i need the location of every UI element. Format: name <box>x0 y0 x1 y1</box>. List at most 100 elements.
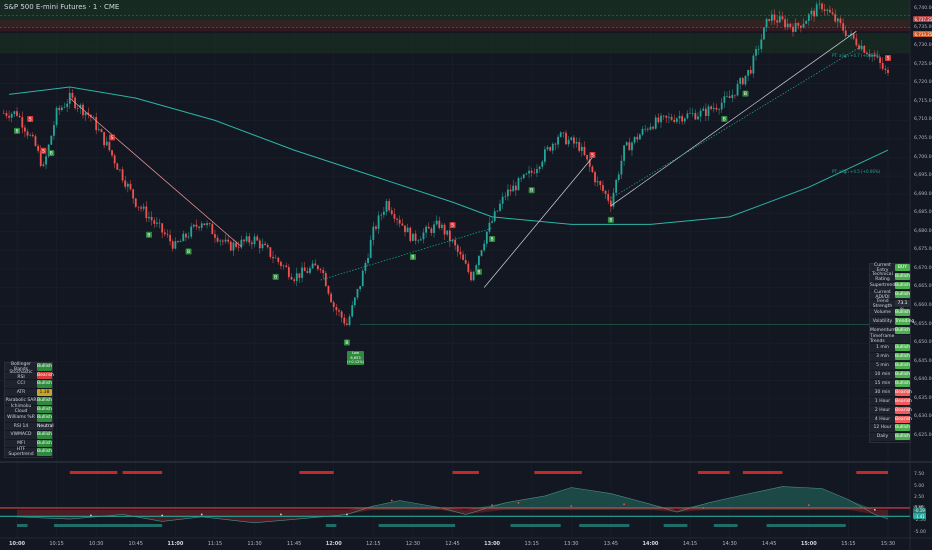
row-value: Bearish <box>895 397 912 405</box>
price-tick: 6,655.00 <box>914 321 932 327</box>
candle-body <box>182 233 185 242</box>
price-chart[interactable]: BSSBSBBBBBSBBBSBBBSS <box>0 0 932 550</box>
candle-body <box>155 222 158 224</box>
osc-dot <box>517 501 520 504</box>
price-tick: 6,720.00 <box>914 80 932 86</box>
candle-body <box>382 211 385 215</box>
candle-body <box>18 115 21 118</box>
candle-body <box>805 20 808 24</box>
table-row: 10 min Bullish <box>870 371 910 380</box>
candle-body <box>185 233 187 238</box>
candle-body <box>660 115 662 123</box>
candle-body <box>646 128 649 130</box>
candle-body <box>438 220 441 228</box>
candle-body <box>507 189 509 197</box>
candle-body <box>216 237 219 242</box>
row-label: 30 min <box>874 389 891 395</box>
candle-body <box>443 224 446 235</box>
bullish-bar <box>713 524 738 527</box>
osc-dot <box>873 508 876 511</box>
row-label: Daily <box>876 434 889 440</box>
row-value: Bullish <box>895 344 910 352</box>
table-row: 4 Hour Bearish <box>870 415 912 425</box>
candle-body <box>691 113 694 114</box>
row-value: Bullish <box>37 414 52 422</box>
candle-body <box>501 196 504 204</box>
candle-body <box>385 201 388 212</box>
candle-body <box>543 149 546 162</box>
candle-body <box>264 243 267 246</box>
price-tick: 6,660.00 <box>914 303 932 309</box>
candle-body <box>800 25 802 28</box>
candle-body <box>702 108 705 111</box>
candle-body <box>261 243 264 249</box>
row-value: Neutral <box>37 422 54 430</box>
bearish-bar <box>69 471 118 474</box>
candle-body <box>530 170 533 173</box>
candle-body <box>512 185 515 192</box>
candle-body <box>602 185 604 191</box>
price-tick: 6,725.00 <box>914 61 932 67</box>
osc-dot <box>200 513 203 516</box>
candle-body <box>649 126 652 130</box>
time-tick: 15:00 <box>800 541 817 547</box>
candle-body <box>847 35 850 37</box>
candle-body <box>644 128 647 130</box>
candle-body <box>145 206 148 219</box>
candle-body <box>554 143 557 145</box>
candle-body <box>140 207 142 209</box>
candle-body <box>340 311 343 318</box>
candle-body <box>282 265 285 267</box>
candle-body <box>657 117 660 123</box>
candle-body <box>372 226 375 240</box>
row-value: 73.1 % <box>895 300 910 313</box>
candle-body <box>778 16 781 23</box>
row-value: Bullish <box>895 362 910 370</box>
row-label: 2 Hour <box>874 407 891 413</box>
candle-body <box>66 103 69 107</box>
time-tick: 10:45 <box>128 541 143 547</box>
candle-body <box>224 239 227 242</box>
candle-body <box>393 214 396 219</box>
candle-body <box>319 269 322 271</box>
candle-body <box>153 220 156 224</box>
signal-label: S <box>42 148 45 154</box>
candle-body <box>887 69 889 73</box>
candle-body <box>747 69 750 76</box>
row-value: BUY <box>895 264 910 272</box>
row-value: Bullish <box>37 363 52 371</box>
candle-body <box>327 286 330 294</box>
candle-body <box>380 214 383 216</box>
candle-body <box>148 216 150 219</box>
candle-body <box>390 210 393 215</box>
candle-body <box>784 19 786 28</box>
candle-body <box>826 9 829 11</box>
signal-label: B <box>744 91 747 97</box>
candle-body <box>573 137 575 144</box>
candle-body <box>749 69 752 74</box>
candle-body <box>551 143 554 151</box>
candle-body <box>10 113 13 118</box>
trend-note: PT: align +4.5 (+0.06%) <box>832 169 881 174</box>
candle-body <box>332 302 335 308</box>
table-row: 2 Hour Bearish <box>870 406 912 416</box>
candle-body <box>108 141 111 151</box>
candle-body <box>834 14 837 22</box>
candle-body <box>211 223 214 235</box>
osc-dot <box>346 513 348 516</box>
table-row: Volatility Trending <box>870 317 914 327</box>
candle-body <box>604 190 607 194</box>
candle-body <box>388 201 391 211</box>
candle-body <box>113 155 116 164</box>
candle-body <box>636 136 639 140</box>
candle-body <box>53 125 55 136</box>
candle-body <box>256 236 259 241</box>
candle-body <box>359 286 362 290</box>
row-label: ATR <box>16 389 26 395</box>
row-value: Bullish <box>895 308 910 316</box>
candle-body <box>45 156 47 165</box>
candle-body <box>860 45 863 50</box>
candle-body <box>570 137 573 140</box>
candle-body <box>580 146 583 151</box>
candle-body <box>715 107 718 110</box>
